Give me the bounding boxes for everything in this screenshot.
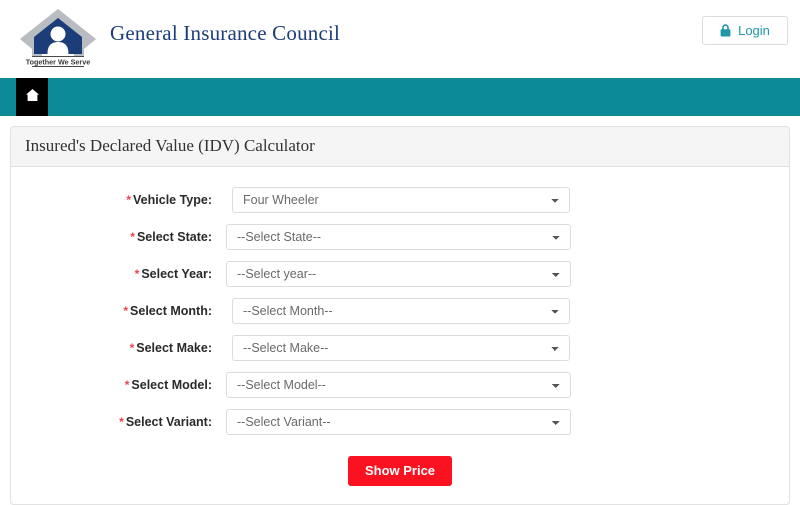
select-month[interactable]: --Select Month--	[232, 297, 570, 324]
label-text: Select Make:	[136, 340, 212, 355]
form-row-model: * Select Model: --Select Model--	[11, 366, 789, 403]
login-label: Login	[738, 23, 770, 38]
submit-row: Show Price	[11, 456, 789, 486]
select-year[interactable]: --Select year--	[226, 260, 571, 287]
label-text: Select Model:	[131, 377, 212, 392]
required-marker: *	[119, 414, 124, 429]
logo-tagline: Together We Serve	[26, 58, 90, 67]
required-marker: *	[130, 229, 135, 244]
select-make[interactable]: --Select Make--	[232, 334, 570, 361]
required-marker: *	[129, 340, 135, 355]
idv-calculator-card: Insured's Declared Value (IDV) Calculato…	[10, 126, 790, 505]
diamond-person-logo: Together We Serve	[16, 6, 100, 68]
lock-icon	[720, 24, 731, 37]
field-state: --Select State--	[226, 223, 571, 250]
select-state[interactable]: --Select State--	[226, 223, 571, 250]
label-text: Select Year:	[141, 266, 212, 281]
form-row-make: * Select Make: --Select Make--	[11, 329, 789, 366]
brand: Together We Serve General Insurance Coun…	[16, 6, 340, 68]
label-vehicle-type: * Vehicle Type:	[11, 193, 226, 207]
select-vehicle-type[interactable]: Four Wheeler	[232, 186, 570, 213]
required-marker: *	[124, 377, 130, 392]
main-navbar	[0, 78, 800, 116]
nav-item-home[interactable]	[16, 78, 48, 116]
field-vehicle-type: Four Wheeler	[226, 186, 570, 213]
label-text: Select Variant:	[125, 414, 212, 429]
field-month: --Select Month--	[226, 297, 570, 324]
label-make: * Select Make:	[11, 341, 226, 355]
card-title: Insured's Declared Value (IDV) Calculato…	[11, 127, 789, 167]
label-variant: * Select Variant:	[11, 415, 226, 429]
site-header: Together We Serve General Insurance Coun…	[0, 0, 800, 78]
label-text: Vehicle Type:	[133, 192, 212, 207]
main-content: Insured's Declared Value (IDV) Calculato…	[0, 116, 800, 505]
required-marker: *	[126, 192, 132, 207]
select-variant[interactable]: --Select Variant--	[226, 408, 571, 435]
idv-form: * Vehicle Type: Four Wheeler * Select Stat…	[11, 167, 789, 504]
show-price-button[interactable]: Show Price	[347, 456, 453, 486]
label-month: * Select Month:	[11, 304, 226, 318]
login-button[interactable]: Login	[702, 16, 788, 45]
label-year: * Select Year:	[11, 267, 226, 281]
page-root: Together We Serve General Insurance Coun…	[0, 0, 800, 505]
label-text: Select Month:	[130, 303, 212, 318]
form-row-variant: * Select Variant: --Select Variant--	[11, 403, 789, 440]
form-row-month: * Select Month: --Select Month--	[11, 292, 789, 329]
field-variant: --Select Variant--	[226, 408, 571, 435]
form-row-year: * Select Year: --Select year--	[11, 255, 789, 292]
label-text: Select State:	[136, 229, 212, 244]
field-model: --Select Model--	[226, 371, 571, 398]
form-row-vehicle-type: * Vehicle Type: Four Wheeler	[11, 181, 789, 218]
label-model: * Select Model:	[11, 378, 226, 392]
label-state: * Select State:	[11, 230, 226, 244]
field-make: --Select Make--	[226, 334, 570, 361]
field-year: --Select year--	[226, 260, 571, 287]
required-marker: *	[123, 303, 129, 318]
select-model[interactable]: --Select Model--	[226, 371, 571, 398]
home-icon	[25, 88, 40, 107]
page-title: General Insurance Council	[110, 20, 341, 45]
form-row-state: * Select State: --Select State--	[11, 218, 789, 255]
required-marker: *	[134, 266, 140, 281]
